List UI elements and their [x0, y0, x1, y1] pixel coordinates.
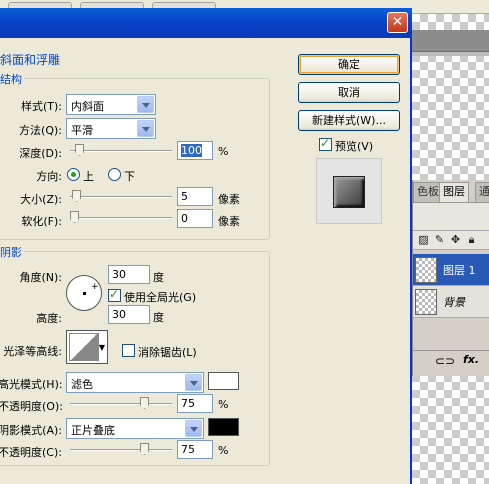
depth-input-value: 100: [181, 144, 202, 157]
shadow-mode-value: 正片叠底: [71, 424, 115, 437]
chevron-down-icon: [185, 420, 202, 437]
technique-label: 方法(Q):: [19, 124, 62, 137]
angle-dial-crosshair-icon: +: [91, 282, 99, 292]
highlight-color-swatch[interactable]: [208, 372, 239, 390]
layers-lock-toolbar: ▨ ✎ ✥ 🔒︎: [413, 230, 489, 250]
gloss-contour-picker[interactable]: ▼: [66, 330, 108, 364]
global-light-label[interactable]: 使用全局光(G): [124, 289, 196, 305]
depth-unit: %: [218, 145, 229, 158]
shadow-opacity-label: 不透明度(C):: [0, 446, 62, 459]
lock-position-icon[interactable]: ✥: [449, 233, 462, 247]
section-title: 斜面和浮雕: [0, 51, 63, 68]
style-preview-swatch: [333, 176, 365, 208]
shadow-opacity-thumb[interactable]: [140, 443, 149, 455]
highlight-opacity-unit: %: [218, 398, 229, 411]
direction-label: 方向:: [36, 170, 62, 183]
depth-slider[interactable]: [70, 144, 172, 158]
layer-row-background[interactable]: 背景: [413, 286, 489, 318]
document-divider: [412, 52, 489, 56]
style-select-value: 内斜面: [71, 100, 104, 113]
style-label: 样式(T):: [20, 100, 62, 113]
anti-aliased-label[interactable]: 消除锯齿(L): [138, 344, 197, 360]
close-button[interactable]: ✕: [387, 12, 408, 33]
direction-up-radio[interactable]: [67, 168, 80, 181]
highlight-opacity-thumb[interactable]: [140, 397, 149, 409]
size-unit: 像素: [218, 193, 240, 206]
technique-select-value: 平滑: [71, 124, 93, 137]
layer-name: 背景: [443, 296, 465, 309]
chevron-down-icon: [185, 374, 202, 391]
highlight-mode-value: 滤色: [71, 378, 93, 391]
highlight-mode-select[interactable]: 滤色: [66, 372, 204, 393]
tab-channels[interactable]: 通: [475, 182, 489, 202]
anti-aliased-checkbox[interactable]: [122, 344, 135, 357]
new-style-button[interactable]: 新建样式(W)...: [298, 110, 400, 131]
lock-all-icon[interactable]: 🔒︎: [465, 233, 478, 247]
lock-image-icon[interactable]: ✎: [433, 233, 446, 247]
shadow-opacity-input[interactable]: 75: [177, 440, 213, 459]
technique-select[interactable]: 平滑: [66, 118, 156, 139]
layers-panel: 色板 图层 通 ▨ ✎ ✥ 🔒︎ 图层 1 背景 ⊂⊃ fx.: [412, 180, 489, 376]
shadow-mode-label: 阴影模式(A):: [0, 424, 62, 437]
chevron-down-icon: [137, 96, 154, 113]
style-preview: [316, 158, 382, 224]
style-select[interactable]: 内斜面: [66, 94, 156, 115]
altitude-unit: 度: [153, 311, 164, 324]
preview-label[interactable]: 预览(V): [335, 138, 373, 154]
angle-dial[interactable]: +: [66, 275, 102, 311]
tab-layers[interactable]: 图层: [439, 182, 469, 202]
dialog-titlebar: ✕: [0, 8, 412, 38]
altitude-input[interactable]: 30: [108, 305, 150, 324]
depth-slider-thumb[interactable]: [75, 144, 84, 156]
size-input[interactable]: 5: [177, 187, 213, 206]
lock-transparent-icon[interactable]: ▨: [417, 233, 430, 247]
size-label: 大小(Z):: [20, 193, 62, 206]
angle-dial-center: [83, 292, 86, 295]
altitude-label: 高度:: [36, 312, 62, 325]
soften-unit: 像素: [218, 215, 240, 228]
angle-label: 角度(N):: [19, 271, 62, 284]
soften-label: 软化(F):: [21, 215, 62, 228]
layers-options-area: [413, 202, 489, 230]
contour-preview: [69, 333, 99, 361]
depth-input[interactable]: 100: [177, 141, 213, 160]
direction-down-radio[interactable]: [108, 168, 121, 181]
chevron-down-icon: ▼: [98, 343, 105, 352]
global-light-checkbox[interactable]: [108, 287, 121, 302]
preview-checkbox[interactable]: [319, 136, 332, 151]
angle-unit: 度: [153, 271, 164, 284]
ok-button[interactable]: 确定: [298, 54, 400, 75]
chevron-down-icon: [137, 120, 154, 137]
highlight-mode-label: 高光模式(H):: [0, 378, 63, 391]
size-slider-thumb[interactable]: [72, 190, 81, 202]
shadow-mode-select[interactable]: 正片叠底: [66, 418, 204, 439]
highlight-opacity-input[interactable]: 75: [177, 394, 213, 413]
document-titlebar: [412, 30, 489, 52]
layer-thumbnail: [415, 257, 437, 283]
soften-slider-thumb[interactable]: [70, 211, 79, 223]
structure-group-label: 结构: [0, 71, 24, 87]
direction-up-label[interactable]: 上: [83, 168, 94, 184]
layer-style-dialog: ✕ 斜面和浮雕 结构 样式(T): 内斜面 方法(Q): 平滑 深度(D): 1…: [0, 8, 412, 484]
highlight-opacity-label: 不透明度(O):: [0, 400, 63, 413]
shading-group-label: 阴影: [0, 244, 24, 260]
angle-input[interactable]: 30: [108, 265, 150, 284]
soften-slider[interactable]: [70, 211, 172, 225]
cancel-button[interactable]: 取消: [298, 82, 400, 103]
gloss-contour-label: 光泽等高线:: [3, 345, 62, 358]
highlight-opacity-slider[interactable]: [70, 397, 172, 411]
shadow-opacity-slider[interactable]: [70, 443, 172, 457]
layer-row-layer1[interactable]: 图层 1: [413, 254, 489, 286]
layer-thumbnail: [415, 289, 437, 315]
direction-down-label[interactable]: 下: [124, 168, 135, 184]
layer-name: 图层 1: [443, 264, 476, 277]
soften-input[interactable]: 0: [177, 209, 213, 228]
depth-label: 深度(D):: [19, 147, 62, 160]
shadow-opacity-unit: %: [218, 444, 229, 457]
size-slider[interactable]: [70, 190, 172, 204]
shadow-color-swatch[interactable]: [208, 418, 239, 436]
link-layers-icon[interactable]: ⊂⊃: [435, 354, 455, 368]
fx-icon[interactable]: fx.: [463, 353, 479, 366]
layers-footer: ⊂⊃ fx.: [413, 350, 489, 372]
